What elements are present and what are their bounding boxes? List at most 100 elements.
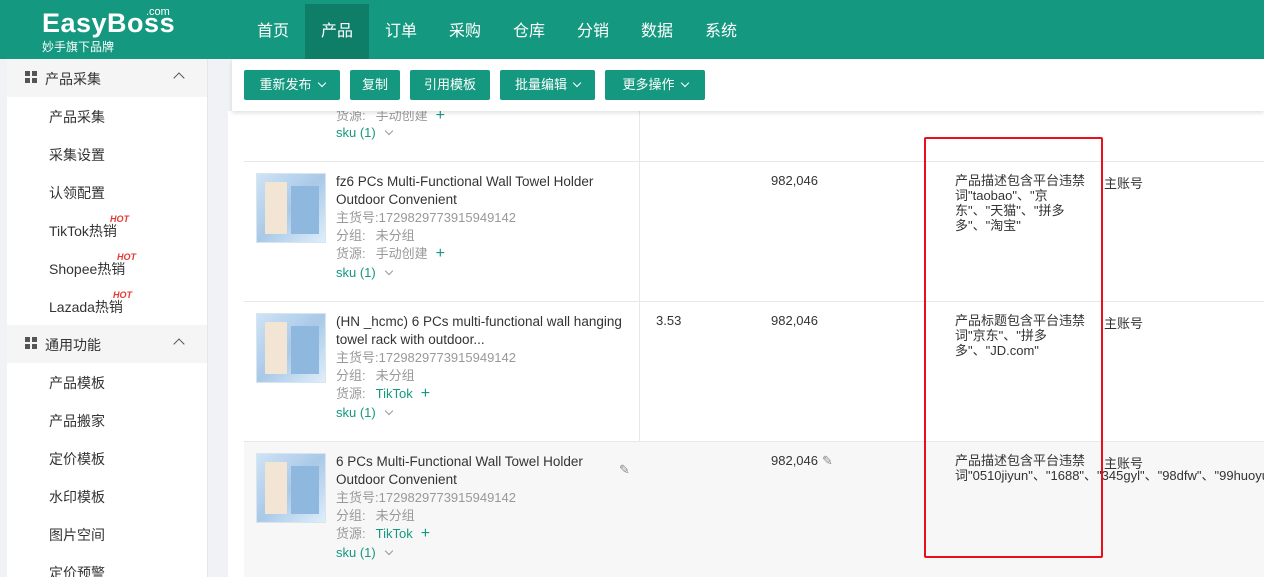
sidebar-group-collection[interactable]: 产品采集	[7, 59, 207, 97]
highlight-box	[924, 137, 1103, 558]
group-line: 分组: 未分组	[336, 227, 415, 245]
main-sku-value: 1729829773915949142	[378, 210, 516, 225]
main-sku-label: 主货号:	[336, 350, 379, 365]
product-thumbnail[interactable]	[256, 453, 326, 523]
sidebar-item-claim-config[interactable]: 认领配置	[49, 183, 105, 203]
add-source-icon[interactable]: +	[436, 245, 445, 262]
group-label: 分组:	[336, 508, 366, 523]
group-label: 分组:	[336, 368, 366, 383]
republish-label: 重新发布	[259, 77, 312, 92]
product-thumbnail[interactable]	[256, 173, 326, 243]
sidebar: 产品采集 产品采集 采集设置 认领配置 TikTok热销 HOT Shopee热…	[7, 59, 208, 577]
product-title[interactable]: fz6 PCs Multi-Functional Wall Towel Hold…	[336, 173, 626, 209]
sidebar-item-collection-settings[interactable]: 采集设置	[49, 145, 105, 165]
nav-system[interactable]: 系统	[689, 4, 753, 59]
stock-number: 982,046	[771, 453, 818, 468]
top-nav: EasyBoss .com 妙手旗下品牌 首页 产品 订单 采购 仓库 分销 数…	[0, 0, 1264, 59]
more-actions-button[interactable]: 更多操作	[605, 70, 705, 100]
chevron-down-icon	[317, 78, 326, 88]
republish-button[interactable]: 重新发布	[244, 70, 340, 100]
sidebar-group-label: 通用功能	[45, 337, 101, 353]
grid-icon	[25, 337, 38, 350]
source-label: 货源:	[336, 526, 366, 541]
logo-tagline: 妙手旗下品牌	[42, 40, 115, 54]
sidebar-item-image-space[interactable]: 图片空间	[49, 525, 105, 545]
source-label: 货源:	[336, 246, 366, 261]
use-template-button[interactable]: 引用模板	[410, 70, 490, 100]
account-value: 主账号	[1104, 316, 1144, 331]
table-row[interactable]: 6 PCs Multi-Functional Wall Towel Holder…	[244, 441, 1264, 577]
sku-label: sku (1)	[336, 545, 376, 560]
product-thumbnail[interactable]	[256, 313, 326, 383]
sidebar-item-product-template[interactable]: 产品模板	[49, 373, 105, 393]
sku-toggle[interactable]: sku (1)	[336, 125, 393, 140]
nav-orders[interactable]: 订单	[369, 4, 433, 59]
more-actions-label: 更多操作	[622, 77, 675, 92]
action-toolbar: 重新发布 复制 引用模板 批量编辑 更多操作	[232, 59, 1264, 111]
sku-label: sku (1)	[336, 405, 376, 420]
source-line: 货源: TikTok +	[336, 525, 430, 543]
account-value: 主账号	[1104, 176, 1144, 191]
chevron-up-icon[interactable]	[173, 338, 185, 350]
nav-purchase[interactable]: 采购	[433, 4, 497, 59]
copy-button[interactable]: 复制	[350, 70, 400, 100]
sku-toggle[interactable]: sku (1)	[336, 265, 393, 280]
sidebar-item-lazada-hot[interactable]: Lazada热销	[49, 297, 123, 317]
chevron-down-icon	[572, 78, 582, 88]
hot-badge: HOT	[117, 252, 136, 262]
main-sku-label: 主货号:	[336, 210, 379, 225]
table-row[interactable]: (HN _hcmc) 6 PCs multi-functional wall h…	[244, 301, 1264, 441]
sidebar-item-product-move[interactable]: 产品搬家	[49, 411, 105, 431]
nav-warehouse[interactable]: 仓库	[497, 4, 561, 59]
group-line: 分组: 未分组	[336, 507, 415, 525]
group-label: 分组:	[336, 228, 366, 243]
chevron-down-icon	[384, 266, 393, 276]
sidebar-group-label: 产品采集	[45, 71, 101, 87]
account-value: 主账号	[1104, 456, 1144, 471]
sidebar-item-tiktok-hot[interactable]: TikTok热销	[49, 221, 117, 241]
sidebar-item-shopee-hot[interactable]: Shopee热销	[49, 259, 125, 279]
product-title[interactable]: (HN _hcmc) 6 PCs multi-functional wall h…	[336, 313, 626, 349]
sidebar-group-general[interactable]: 通用功能	[7, 325, 207, 363]
stock-value: 982,046 ✎	[771, 453, 833, 469]
product-table: 货源: 手动创建 + sku (1) fz6 PCs Multi-Functiona…	[228, 107, 1264, 577]
price-value: 3.53	[656, 313, 682, 328]
sku-label: sku (1)	[336, 265, 376, 280]
main-sku-label: 主货号:	[336, 490, 379, 505]
table-row[interactable]: fz6 PCs Multi-Functional Wall Towel Hold…	[244, 161, 1264, 301]
chevron-up-icon[interactable]	[173, 72, 185, 84]
nav-products[interactable]: 产品	[305, 4, 369, 59]
sku-toggle[interactable]: sku (1)	[336, 405, 393, 420]
logo[interactable]: EasyBoss .com 妙手旗下品牌	[42, 6, 175, 54]
group-value: 未分组	[375, 228, 415, 243]
group-value: 未分组	[375, 508, 415, 523]
main-sku-line: 主货号:1729829773915949142	[336, 489, 516, 507]
sidebar-item-watermark-template[interactable]: 水印模板	[49, 487, 105, 507]
sidebar-item-pricing-template[interactable]: 定价模板	[49, 449, 105, 469]
chevron-down-icon	[384, 546, 393, 556]
chevron-down-icon	[384, 406, 393, 416]
source-value[interactable]: TikTok	[376, 386, 413, 401]
source-value[interactable]: TikTok	[376, 526, 413, 541]
nav-data[interactable]: 数据	[625, 4, 689, 59]
batch-edit-button[interactable]: 批量编辑	[500, 70, 595, 100]
nav-distribution[interactable]: 分销	[561, 4, 625, 59]
add-source-icon[interactable]: +	[421, 525, 430, 542]
sidebar-item-price-alert[interactable]: 定价预警	[49, 563, 105, 577]
source-value: 手动创建	[375, 246, 428, 261]
edit-pencil-icon[interactable]: ✎	[822, 453, 833, 468]
stock-value: 982,046	[771, 313, 818, 328]
edit-pencil-icon[interactable]: ✎	[619, 462, 630, 478]
main-sku-value: 1729829773915949142	[378, 490, 516, 505]
chevron-down-icon	[680, 78, 689, 88]
nav-home[interactable]: 首页	[241, 4, 305, 59]
group-value: 未分组	[375, 368, 415, 383]
hot-badge: HOT	[113, 290, 132, 300]
source-line: 货源: TikTok +	[336, 385, 430, 403]
sidebar-item-product-collection[interactable]: 产品采集	[49, 107, 105, 127]
add-source-icon[interactable]: +	[421, 385, 430, 402]
product-title[interactable]: 6 PCs Multi-Functional Wall Towel Holder…	[336, 453, 626, 489]
sku-toggle[interactable]: sku (1)	[336, 545, 393, 560]
main-sku-value: 1729829773915949142	[378, 350, 516, 365]
source-label: 货源:	[336, 386, 366, 401]
